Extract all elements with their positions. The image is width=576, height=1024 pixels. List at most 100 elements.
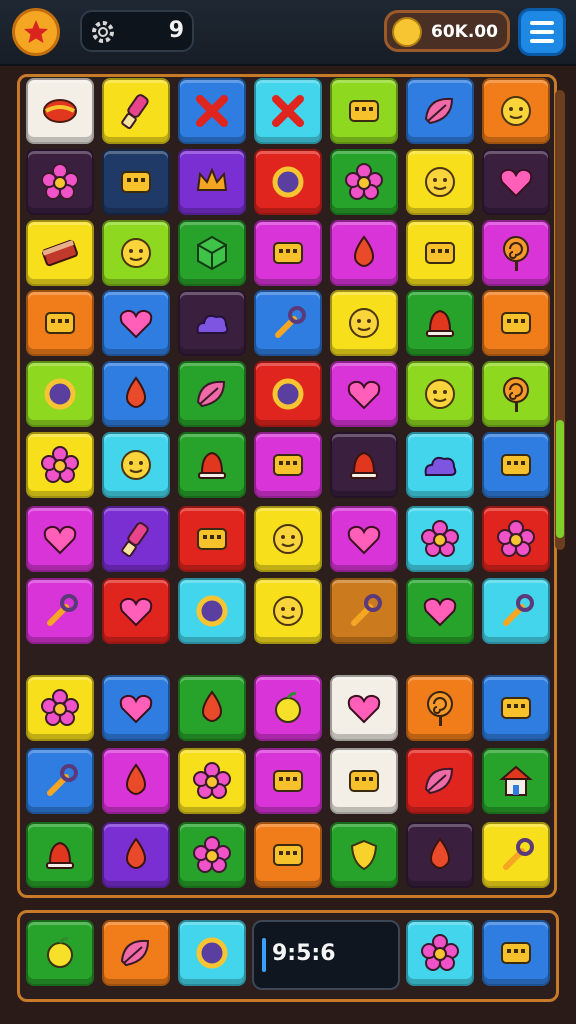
board-tile[interactable] — [102, 675, 170, 741]
board-tile[interactable] — [26, 432, 94, 498]
timer-bar — [262, 938, 266, 972]
board-tile[interactable] — [330, 361, 398, 427]
board-tile[interactable] — [254, 822, 322, 888]
board-tile[interactable] — [406, 290, 474, 356]
dock-tile[interactable] — [102, 920, 170, 986]
dock-tile[interactable] — [482, 920, 550, 986]
dock-tile[interactable] — [178, 920, 246, 986]
board-tile[interactable] — [26, 748, 94, 814]
ring-icon — [196, 937, 228, 969]
box-icon — [45, 312, 75, 334]
house-icon — [499, 765, 533, 796]
board-tile[interactable] — [26, 506, 94, 572]
board-tile[interactable] — [178, 506, 246, 572]
board-tile[interactable] — [482, 432, 550, 498]
board-tile[interactable] — [102, 822, 170, 888]
coin-counter: 60K.00 — [384, 10, 510, 52]
board-tile[interactable] — [102, 506, 170, 572]
brush-icon — [121, 522, 149, 557]
board-tile[interactable] — [178, 822, 246, 888]
board-tile[interactable] — [254, 578, 322, 644]
board-tile[interactable] — [26, 290, 94, 356]
face-icon — [425, 379, 455, 409]
board-tile[interactable] — [178, 78, 246, 144]
star-button[interactable] — [12, 8, 60, 56]
board-tile[interactable] — [102, 578, 170, 644]
board-tile[interactable] — [406, 578, 474, 644]
board-tile[interactable] — [330, 432, 398, 498]
board-tile[interactable] — [178, 290, 246, 356]
board-tile[interactable] — [406, 78, 474, 144]
board-tile[interactable] — [26, 149, 94, 215]
box-icon — [349, 100, 379, 122]
board-tile[interactable] — [330, 822, 398, 888]
board-tile[interactable] — [482, 675, 550, 741]
board-tile[interactable] — [482, 578, 550, 644]
board-tile[interactable] — [26, 675, 94, 741]
dock-tile[interactable] — [406, 920, 474, 986]
menu-button[interactable] — [518, 8, 566, 56]
board-tile[interactable] — [254, 748, 322, 814]
board-tile[interactable] — [254, 220, 322, 286]
board-tile[interactable] — [178, 748, 246, 814]
board-tile[interactable] — [178, 578, 246, 644]
board-tile[interactable] — [406, 675, 474, 741]
leaf-icon — [196, 380, 226, 408]
swirl-icon — [503, 236, 529, 271]
board-tile[interactable] — [330, 290, 398, 356]
board-tile[interactable] — [102, 361, 170, 427]
scrollbar-thumb[interactable] — [556, 420, 564, 538]
board-tile[interactable] — [482, 361, 550, 427]
drop-icon — [202, 690, 222, 722]
board-tile[interactable] — [102, 290, 170, 356]
board-tile[interactable] — [26, 578, 94, 644]
board-tile[interactable] — [330, 578, 398, 644]
board-tile[interactable] — [330, 748, 398, 814]
face-icon — [425, 167, 455, 197]
board-tile[interactable] — [406, 822, 474, 888]
gear-icon[interactable] — [90, 19, 116, 45]
board-tile[interactable] — [254, 506, 322, 572]
board-tile[interactable] — [254, 149, 322, 215]
board-tile[interactable] — [482, 78, 550, 144]
board-tile[interactable] — [406, 361, 474, 427]
board-tile[interactable] — [406, 748, 474, 814]
board-tile[interactable] — [482, 220, 550, 286]
board-tile[interactable] — [26, 78, 94, 144]
board-tile[interactable] — [102, 220, 170, 286]
board-tile[interactable] — [254, 361, 322, 427]
board-tile[interactable] — [102, 149, 170, 215]
board-tile[interactable] — [330, 675, 398, 741]
board-tile[interactable] — [406, 149, 474, 215]
board-tile[interactable] — [26, 361, 94, 427]
board-tile[interactable] — [178, 675, 246, 741]
top-bar: 9 60K.00 — [0, 0, 576, 66]
board-tile[interactable] — [330, 506, 398, 572]
board-tile[interactable] — [330, 220, 398, 286]
board-tile[interactable] — [102, 78, 170, 144]
board-tile[interactable] — [26, 220, 94, 286]
board-tile[interactable] — [330, 149, 398, 215]
board-tile[interactable] — [102, 748, 170, 814]
board-tile[interactable] — [482, 748, 550, 814]
board-tile[interactable] — [102, 432, 170, 498]
board-tile[interactable] — [482, 506, 550, 572]
board-tile[interactable] — [254, 78, 322, 144]
board-tile[interactable] — [26, 822, 94, 888]
board-tile[interactable] — [482, 290, 550, 356]
board-tile[interactable] — [482, 149, 550, 215]
board-tile[interactable] — [254, 675, 322, 741]
board-tile[interactable] — [330, 78, 398, 144]
board-tile[interactable] — [254, 432, 322, 498]
face-icon — [121, 450, 151, 480]
board-tile[interactable] — [406, 220, 474, 286]
board-tile[interactable] — [482, 822, 550, 888]
board-tile[interactable] — [406, 506, 474, 572]
board-tile[interactable] — [178, 361, 246, 427]
board-tile[interactable] — [178, 432, 246, 498]
dock-tile[interactable] — [26, 920, 94, 986]
board-tile[interactable] — [178, 149, 246, 215]
board-tile[interactable] — [178, 220, 246, 286]
board-tile[interactable] — [254, 290, 322, 356]
board-tile[interactable] — [406, 432, 474, 498]
